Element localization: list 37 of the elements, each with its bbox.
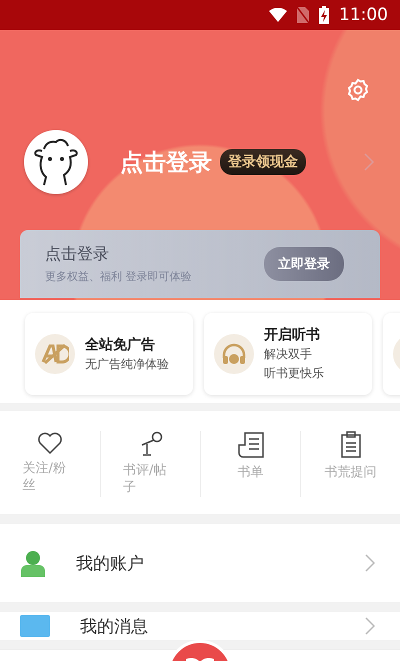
ad-block-icon bbox=[41, 344, 69, 364]
user-icon bbox=[20, 549, 46, 577]
sheep-icon bbox=[32, 137, 80, 187]
envelope-icon bbox=[20, 615, 50, 637]
login-now-button[interactable]: 立即登录 bbox=[264, 247, 344, 281]
feature-description: 听书更快乐 bbox=[264, 365, 324, 382]
document-icon bbox=[236, 431, 264, 459]
login-card-subtitle: 更多权益、福利 登录即可体验 bbox=[45, 269, 192, 284]
shortcut-label[interactable]: 关注/粉丝 bbox=[22, 461, 78, 495]
feature-description: 无广告纯净体验 bbox=[85, 356, 169, 372]
login-title[interactable]: 点击登录 bbox=[120, 146, 212, 178]
feature-card[interactable]: 开启听书 解决双手 听书更快乐 bbox=[204, 313, 372, 395]
menu-row[interactable]: 我的消息 bbox=[0, 612, 400, 640]
settings-icon[interactable] bbox=[346, 78, 370, 102]
wifi-icon bbox=[269, 8, 287, 22]
chevron-right-icon bbox=[364, 153, 374, 171]
status-time: 11:00 bbox=[339, 5, 388, 25]
headphones-icon bbox=[221, 342, 247, 366]
cash-reward-badge[interactable]: 登录领现金 bbox=[220, 149, 306, 175]
shortcut-label[interactable]: 书单 bbox=[238, 465, 264, 482]
shortcut-label[interactable]: 书荒提问 bbox=[324, 465, 376, 482]
avatar[interactable] bbox=[24, 130, 88, 194]
chevron-right-icon bbox=[365, 554, 375, 572]
battery-charging-icon bbox=[319, 6, 329, 24]
feature-title: 全站免广告 bbox=[85, 336, 156, 354]
feature-title: 开启听书 bbox=[264, 326, 321, 344]
heart-icon bbox=[37, 431, 63, 455]
chevron-right-icon bbox=[365, 617, 375, 635]
shortcut-label[interactable]: 书评/帖子 bbox=[123, 463, 178, 497]
clipboard-icon bbox=[340, 431, 362, 459]
menu-label: 我的消息 bbox=[80, 616, 149, 638]
login-card-title: 点击登录 bbox=[45, 244, 110, 265]
menu-row[interactable]: 我的账户 bbox=[0, 524, 400, 602]
no-sim-icon bbox=[297, 7, 309, 23]
feature-card[interactable]: 全站免广告 无广告纯净体验 bbox=[25, 313, 193, 395]
feature-description: 解决双手 bbox=[264, 346, 313, 363]
menu-label: 我的账户 bbox=[76, 552, 145, 574]
